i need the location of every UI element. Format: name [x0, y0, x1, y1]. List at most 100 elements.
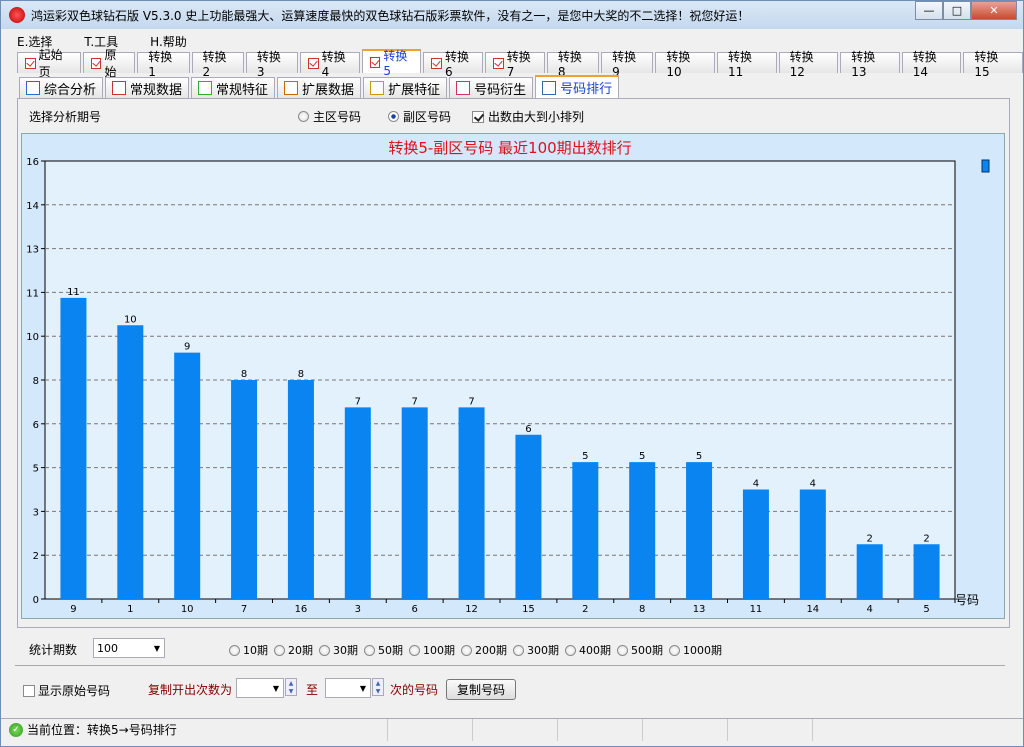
tab-转换8[interactable]: 转换8 — [547, 52, 599, 73]
subtab-icon — [26, 81, 40, 95]
radio-icon[interactable] — [565, 645, 576, 656]
tab-转换13[interactable]: 转换13 — [840, 52, 900, 73]
tab-转换2[interactable]: 转换2 — [192, 52, 244, 73]
tab-label: 转换13 — [851, 48, 889, 79]
radio-icon[interactable] — [364, 645, 375, 656]
copy-from-spinner[interactable]: ▲▼ — [285, 678, 297, 696]
radio-icon[interactable] — [409, 645, 420, 656]
tab-转换15[interactable]: 转换15 — [963, 52, 1023, 73]
checkbox-icon[interactable] — [472, 111, 484, 123]
subtab-综合分析[interactable]: 综合分析 — [19, 77, 103, 98]
subtab-号码衍生[interactable]: 号码衍生 — [449, 77, 533, 98]
subtab-常规数据[interactable]: 常规数据 — [105, 77, 189, 98]
radio-icon[interactable] — [388, 111, 399, 122]
period-radio[interactable]: 500期 — [617, 642, 663, 658]
x-tick-label: 10 — [181, 604, 194, 615]
tab-label: 转换3 — [257, 48, 287, 79]
y-tick-label: 3 — [33, 507, 39, 518]
bar — [914, 544, 940, 599]
data-label: 5 — [639, 451, 645, 462]
tab-转换10[interactable]: 转换10 — [655, 52, 715, 73]
main-area-radio[interactable]: 主区号码 — [298, 108, 361, 125]
radio-icon[interactable] — [274, 645, 285, 656]
period-radio[interactable]: 20期 — [274, 642, 313, 658]
y-tick-label: 14 — [26, 201, 39, 212]
radio-icon[interactable] — [513, 645, 524, 656]
y-tick-label: 11 — [26, 288, 39, 299]
checkbox-icon[interactable] — [370, 57, 381, 68]
bar-chart: 0235681011131416119101910878167376712615… — [22, 134, 1006, 620]
tab-转换5[interactable]: 转换5 — [362, 49, 422, 73]
checkbox-icon[interactable] — [25, 58, 36, 69]
divider — [15, 665, 1005, 666]
period-radio-label: 300期 — [527, 642, 559, 658]
tab-转换9[interactable]: 转换9 — [601, 52, 653, 73]
copy-to-spinner[interactable]: ▲▼ — [372, 678, 384, 696]
close-button[interactable]: ✕ — [971, 1, 1017, 20]
subtab-icon — [284, 81, 298, 95]
period-radio[interactable]: 100期 — [409, 642, 455, 658]
period-radio[interactable]: 200期 — [461, 642, 507, 658]
tab-label: 起始页 — [39, 46, 73, 80]
checkbox-icon[interactable] — [493, 58, 504, 69]
checkbox-icon[interactable] — [431, 58, 442, 69]
x-tick-label: 15 — [522, 604, 535, 615]
show-original-checkbox[interactable]: 显示原始号码 — [23, 682, 110, 699]
period-radio-label: 200期 — [475, 642, 507, 658]
copy-from-select[interactable]: ▼ — [236, 678, 284, 698]
main-tabs: 起始页原始转换1转换2转换3转换4转换5转换6转换7转换8转换9转换10转换11… — [17, 52, 1023, 73]
period-radio[interactable]: 50期 — [364, 642, 403, 658]
tab-转换4[interactable]: 转换4 — [300, 52, 360, 73]
x-tick-label: 12 — [465, 604, 478, 615]
subtab-扩展特征[interactable]: 扩展特征 — [363, 77, 447, 98]
sub-area-label: 副区号码 — [403, 108, 451, 125]
radio-icon[interactable] — [617, 645, 628, 656]
copy-numbers-button[interactable]: 复制号码 — [446, 679, 516, 700]
minimize-button[interactable]: — — [915, 1, 943, 20]
checkbox-icon[interactable] — [23, 685, 35, 697]
tab-label: 转换4 — [322, 48, 352, 79]
sort-checkbox[interactable]: 出数由大到小排列 — [472, 108, 584, 125]
period-radio[interactable]: 1000期 — [669, 642, 722, 658]
checkbox-icon[interactable] — [91, 58, 102, 69]
subtab-扩展数据[interactable]: 扩展数据 — [277, 77, 361, 98]
bar — [174, 353, 200, 599]
period-radio[interactable]: 400期 — [565, 642, 611, 658]
maximize-button[interactable]: □ — [943, 1, 971, 20]
period-radio[interactable]: 300期 — [513, 642, 559, 658]
tab-转换1[interactable]: 转换1 — [137, 52, 189, 73]
radio-icon[interactable] — [319, 645, 330, 656]
subtab-label: 扩展特征 — [388, 79, 440, 98]
tab-转换14[interactable]: 转换14 — [902, 52, 962, 73]
copy-to-select[interactable]: ▼ — [325, 678, 371, 698]
tab-转换7[interactable]: 转换7 — [485, 52, 545, 73]
subtab-icon — [542, 81, 556, 95]
checkbox-icon[interactable] — [308, 58, 319, 69]
period-select[interactable]: 100▼ — [93, 638, 165, 658]
analysis-period-label: 选择分析期号 — [29, 108, 101, 125]
y-tick-label: 5 — [33, 464, 39, 475]
radio-icon[interactable] — [298, 111, 309, 122]
radio-icon[interactable] — [461, 645, 472, 656]
radio-icon[interactable] — [229, 645, 240, 656]
tab-转换3[interactable]: 转换3 — [246, 52, 298, 73]
period-radio[interactable]: 30期 — [319, 642, 358, 658]
tab-转换6[interactable]: 转换6 — [423, 52, 483, 73]
y-tick-label: 13 — [26, 245, 39, 256]
data-label: 4 — [753, 479, 759, 490]
subtab-label: 综合分析 — [44, 79, 96, 98]
subtab-号码排行[interactable]: 号码排行 — [535, 75, 619, 98]
subtab-常规特征[interactable]: 常规特征 — [191, 77, 275, 98]
tab-label: 转换10 — [666, 48, 704, 79]
app-logo-icon — [9, 7, 25, 23]
data-label: 7 — [412, 396, 418, 407]
period-radio[interactable]: 10期 — [229, 642, 268, 658]
tab-原始[interactable]: 原始 — [83, 52, 135, 73]
data-label: 4 — [810, 479, 816, 490]
radio-icon[interactable] — [669, 645, 680, 656]
sub-area-radio[interactable]: 副区号码 — [388, 108, 451, 125]
tab-起始页[interactable]: 起始页 — [17, 52, 81, 73]
data-label: 7 — [355, 396, 361, 407]
tab-转换11[interactable]: 转换11 — [717, 52, 777, 73]
tab-转换12[interactable]: 转换12 — [779, 52, 839, 73]
